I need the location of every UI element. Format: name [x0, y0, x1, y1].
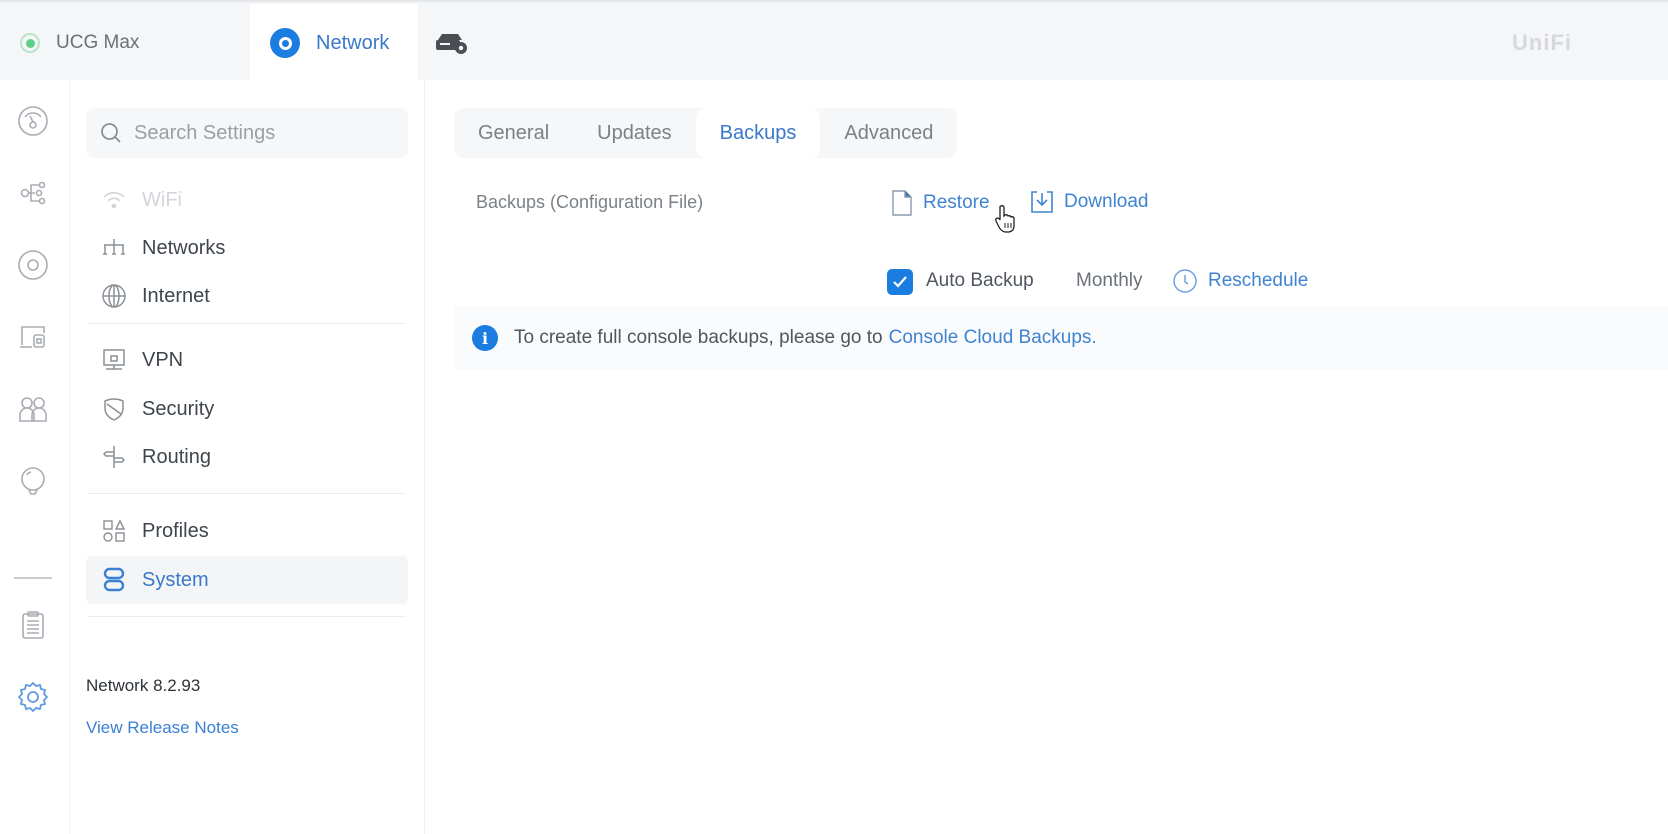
- vpn-icon: [100, 346, 128, 374]
- sidebar-item-profiles[interactable]: Profiles: [86, 507, 408, 555]
- reschedule-label: Reschedule: [1208, 270, 1309, 291]
- info-icon: i: [472, 325, 498, 351]
- main-content: General Updates Backups Advanced Backups…: [426, 80, 1668, 834]
- tab-backups[interactable]: Backups: [695, 108, 821, 158]
- system-tabs: General Updates Backups Advanced: [454, 108, 958, 158]
- networks-icon: [100, 234, 128, 262]
- hand-pointer-cursor-icon: [994, 204, 1018, 234]
- sidebar-item-vpn[interactable]: VPN: [86, 336, 408, 384]
- auto-backup-label: Auto Backup: [926, 270, 1034, 291]
- clock-icon: [1172, 268, 1198, 294]
- tab-updates[interactable]: Updates: [573, 108, 696, 158]
- download-icon: [1030, 190, 1054, 214]
- download-label: Download: [1064, 191, 1149, 212]
- tab-advanced[interactable]: Advanced: [820, 108, 957, 158]
- clients-icon[interactable]: [16, 392, 50, 426]
- search-input[interactable]: [134, 121, 374, 145]
- sidebar-divider: [88, 616, 406, 617]
- backup-frequency: Monthly: [1076, 270, 1143, 291]
- restore-button[interactable]: Restore: [891, 190, 990, 216]
- sidebar-item-label: Security: [142, 397, 215, 420]
- app-tab-label: UCG Max: [56, 32, 140, 53]
- icon-rail: [0, 80, 70, 834]
- unifi-logo: UniFi: [1512, 30, 1572, 55]
- sidebar-item-label: WiFi: [142, 188, 182, 211]
- device-settings-icon[interactable]: [434, 30, 470, 58]
- console-cloud-backups-link[interactable]: Console Cloud Backups.: [889, 327, 1097, 349]
- sidebar-item-label: Internet: [142, 284, 210, 307]
- wifi-icon: [100, 186, 128, 214]
- tab-general[interactable]: General: [454, 108, 573, 158]
- sidebar-item-label: Networks: [142, 236, 226, 259]
- checkmark-icon: [893, 276, 907, 288]
- insights-icon[interactable]: [16, 464, 50, 498]
- sidebar-item-security[interactable]: Security: [86, 385, 408, 433]
- sidebar-item-networks[interactable]: Networks: [86, 224, 408, 272]
- globe-icon: [100, 282, 128, 310]
- sidebar-item-wifi[interactable]: WiFi: [86, 176, 408, 224]
- settings-icon[interactable]: [16, 680, 50, 714]
- app-tab-ucg-max[interactable]: UCG Max: [0, 4, 250, 82]
- app-version: Network 8.2.93: [86, 676, 201, 695]
- search-settings[interactable]: [86, 108, 408, 158]
- network-app-icon: [270, 28, 300, 58]
- client-devices-icon[interactable]: [16, 320, 50, 354]
- devices-icon[interactable]: [16, 248, 50, 282]
- search-icon: [101, 123, 121, 143]
- dashboard-icon[interactable]: [16, 104, 50, 138]
- banner-text: To create full console backups, please g…: [514, 327, 883, 348]
- reschedule-button[interactable]: Reschedule: [1172, 268, 1308, 294]
- sidebar-item-system[interactable]: System: [86, 556, 408, 604]
- console-backup-info-banner: i To create full console backups, please…: [454, 306, 1668, 370]
- app-tab-network[interactable]: Network: [250, 4, 418, 82]
- device-status-icon: [20, 33, 40, 53]
- sidebar-item-label: VPN: [142, 348, 184, 371]
- backups-config-label: Backups (Configuration File): [476, 192, 704, 212]
- logs-icon[interactable]: [16, 608, 50, 642]
- sidebar-item-label: System: [142, 568, 209, 591]
- profiles-icon: [100, 517, 128, 545]
- download-button[interactable]: Download: [1030, 190, 1149, 214]
- topology-icon[interactable]: [16, 176, 50, 210]
- file-icon: [891, 190, 913, 216]
- routing-icon: [100, 443, 128, 471]
- sidebar-item-routing[interactable]: Routing: [86, 433, 408, 481]
- sidebar-divider: [88, 323, 406, 324]
- restore-label: Restore: [923, 192, 990, 213]
- rail-divider: [14, 577, 52, 579]
- app-tab-label: Network: [316, 31, 390, 54]
- view-release-notes-link[interactable]: View Release Notes: [86, 718, 239, 738]
- auto-backup-checkbox[interactable]: [887, 269, 913, 295]
- system-icon: [100, 566, 128, 594]
- sidebar-divider: [88, 493, 406, 494]
- top-bar: UCG Max Network UniFi: [0, 0, 1668, 82]
- settings-sidebar: WiFi Networks Internet VPN Security Rout…: [70, 80, 425, 834]
- shield-icon: [100, 395, 128, 423]
- sidebar-item-internet[interactable]: Internet: [86, 272, 408, 320]
- sidebar-item-label: Profiles: [142, 519, 209, 542]
- sidebar-item-label: Routing: [142, 445, 211, 468]
